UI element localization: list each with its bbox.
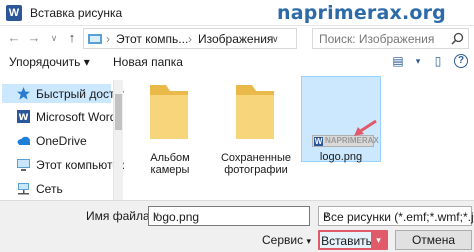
address-separator: › [188,32,192,46]
address-separator: › [106,32,110,46]
address-dropdown-icon[interactable]: ∨ [272,34,279,45]
watermark: naprimerax.org [276,2,446,24]
new-folder-button[interactable]: Новая папка [113,55,183,69]
preview-pane-icon[interactable]: ▯ [430,54,446,69]
nav-item-label: OneDrive [36,134,87,148]
word-icon: W [17,110,30,123]
word-icon: W [314,137,323,146]
folder-icon [236,85,274,139]
folder-icon [150,85,188,139]
nav-item-quick-access[interactable]: Быстрый доступ [2,84,127,103]
nav-item-label: Сеть [36,182,63,196]
insert-label: Вставить [321,234,372,248]
search-icon [451,32,464,45]
network-icon [18,183,29,195]
file-name: logo.png [319,151,363,163]
word-app-icon: W [6,5,22,21]
dialog-footer: Имя файла: logo.png ∨ Все рисунки (*.emf… [0,200,474,252]
insert-options-dropdown-icon[interactable]: ▾ [371,232,386,248]
filetype-select[interactable]: Все рисунки (*.emf;*.wmf;*.jpg ∨ [318,206,474,226]
svg-text:W: W [19,113,29,123]
file-list: Альбом камеры Сохраненные фотографии W N… [124,73,474,200]
filename-label: Имя файла: [86,209,153,223]
nav-item-this-pc[interactable]: Этот компьютер [2,155,126,174]
help-icon[interactable]: ? [454,54,468,68]
cancel-button[interactable]: Отмена [395,230,472,250]
nav-item-network[interactable]: Сеть [2,179,111,198]
recent-locations-chevron-icon[interactable]: ∨ [46,30,62,46]
address-segment-images[interactable]: Изображения [198,32,273,46]
tools-menu[interactable]: Сервис ▾ [262,233,311,247]
tools-dropdown-icon: ▾ [306,236,311,246]
window-title: Вставка рисунка [30,6,123,20]
file-item-camera-roll[interactable]: Альбом камеры [130,81,210,176]
search-box[interactable]: Поиск: Изображения [312,28,469,49]
pc-folder-icon [88,34,102,44]
view-dropdown-icon[interactable]: ▾ [414,54,422,69]
file-item-logo-png[interactable]: W NAPRIMERAX logo.png [301,76,381,163]
command-bar: Упорядочить ▾ Новая папка ▤ ▾ ▯ ? [0,51,474,73]
file-item-saved-photos[interactable]: Сохраненные фотографии [216,81,296,177]
forward-arrow-icon[interactable]: → [26,30,42,46]
title-bar: W Вставка рисунка naprimerax.org [0,0,474,26]
file-name: Сохраненные фотографии [220,152,292,176]
star-icon [17,87,30,100]
pointer-arrow-icon [354,119,377,136]
insert-button[interactable]: Вставить ▾ [318,230,388,250]
view-options: ▤ ▾ ▯ ? [390,54,468,69]
scrollbar-thumb[interactable] [115,94,122,130]
organize-button[interactable]: Упорядочить ▾ [9,55,90,69]
filename-dropdown-icon[interactable]: ∨ [153,210,306,221]
file-name: Альбом камеры [150,152,190,176]
view-mode-icon[interactable]: ▤ [390,54,406,69]
filetype-dropdown-icon[interactable]: ∨ [323,210,468,221]
nav-item-label: Microsoft Word [36,110,117,124]
cloud-icon [17,136,30,145]
computer-icon [17,159,30,171]
filename-input[interactable]: logo.png ∨ [148,206,310,226]
nav-scrollbar[interactable] [114,80,123,200]
address-row: ← → ∨ ↑ › Этот компь... › Изображения ∨ … [0,26,474,51]
nav-item-microsoft-word[interactable]: W Microsoft Word [2,107,116,126]
nav-item-onedrive[interactable]: OneDrive [2,131,111,150]
back-arrow-icon[interactable]: ← [6,30,22,46]
search-input[interactable]: Поиск: Изображения [319,32,434,46]
tools-label: Сервис [262,233,304,247]
address-bar[interactable]: › Этот компь... › Изображения ∨ ↻ [83,28,377,49]
up-arrow-icon[interactable]: ↑ [64,30,80,46]
navigation-pane: Быстрый доступ W Microsoft Word OneDrive… [0,80,127,200]
address-segment-computer[interactable]: Этот компь... [116,32,188,46]
